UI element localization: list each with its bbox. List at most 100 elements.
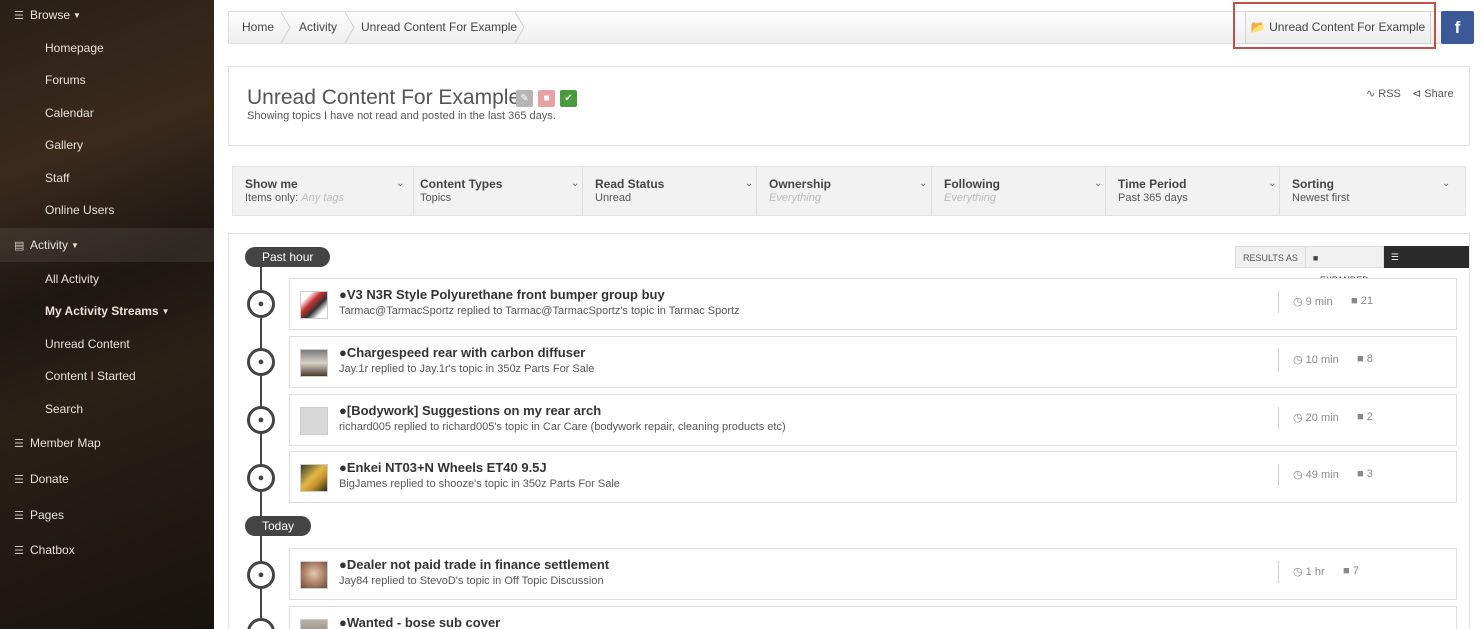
chevron-down-icon: ⌄ <box>1268 178 1277 189</box>
item-title: Enkei NT03+N Wheels ET40 9.5J <box>346 460 547 475</box>
list-icon: ☰ <box>14 9 24 22</box>
rss-icon: ∿ <box>1366 88 1376 100</box>
expanded-view-button[interactable]: ■ Expanded <box>1305 246 1384 285</box>
avatar[interactable] <box>300 291 328 319</box>
item-meta: Jay84 replied to StevoD's topic in Off T… <box>339 575 604 587</box>
unread-dot-icon: ● <box>339 403 347 418</box>
divider <box>1278 349 1279 371</box>
sidebar-activity[interactable]: ▤ Activity ▼ <box>0 228 214 262</box>
sidebar-item-forums[interactable]: Forums <box>45 73 259 87</box>
sidebar-item-content-i-started[interactable]: Content I Started <box>45 369 259 383</box>
facebook-button[interactable]: f <box>1441 11 1474 44</box>
sidebar-item-chatbox[interactable]: ☰ Chatbox <box>14 543 228 557</box>
sidebar-item-homepage[interactable]: Homepage <box>45 41 259 55</box>
breadcrumb-separator <box>515 12 525 43</box>
confirm-button[interactable]: ✔ <box>560 90 577 107</box>
clock-icon: ◷ <box>1293 296 1303 308</box>
page-title: Unread Content For Example <box>247 86 521 109</box>
share-icon: ⊲ <box>1412 88 1422 100</box>
avatar[interactable] <box>300 619 328 629</box>
filter-bar: Show me Items only: Any tags ⌄ Content T… <box>232 166 1466 216</box>
list-item[interactable]: ●[Bodywork] Suggestions on my rear arch … <box>289 394 1457 446</box>
menu-icon: ☰ <box>14 437 24 450</box>
breadcrumb-activity[interactable]: Activity <box>299 12 337 43</box>
comment-icon: ● <box>247 561 275 589</box>
comments-icon: ■ <box>1343 565 1350 577</box>
comments-icon: ■ <box>1351 295 1358 307</box>
filter-read-status[interactable]: Read Status Unread ⌄ <box>583 167 757 215</box>
filter-content-types[interactable]: Content Types Topics ⌄ <box>408 167 583 215</box>
clock-icon: ◷ <box>1293 412 1303 424</box>
list-item[interactable]: ●V3 N3R Style Polyurethane front bumper … <box>289 278 1457 330</box>
page-subtitle: Showing topics I have not read and poste… <box>247 110 556 122</box>
chevron-down-icon: ⌄ <box>571 178 580 189</box>
unread-dot-icon: ● <box>339 460 347 475</box>
item-title: Dealer not paid trade in finance settlem… <box>346 557 610 572</box>
reply-count: ■ 21 <box>1351 295 1373 307</box>
clock-icon: ◷ <box>1293 566 1303 578</box>
avatar[interactable] <box>300 407 328 435</box>
folder-open-icon: 📂 <box>1250 20 1266 34</box>
divider <box>1278 464 1279 486</box>
menu-icon: ☰ <box>14 544 24 557</box>
sidebar-item-gallery[interactable]: Gallery <box>45 138 259 152</box>
delete-button[interactable]: ■ <box>538 90 555 107</box>
list-item[interactable]: ●Enkei NT03+N Wheels ET40 9.5J BigJames … <box>289 451 1457 503</box>
unread-dot-icon: ● <box>339 345 347 360</box>
comments-icon: ■ <box>1357 468 1364 480</box>
sidebar-item-donate[interactable]: ☰ Donate <box>14 472 228 486</box>
comment-icon: ● <box>247 406 275 434</box>
sidebar-activity-label: Activity <box>30 238 69 252</box>
pencil-icon: ✎ <box>520 93 529 104</box>
list-item[interactable]: ●Chargespeed rear with carbon diffuser J… <box>289 336 1457 388</box>
results-as-toggle: Results as ■ Expanded ☰Condensed <box>1235 246 1470 285</box>
clock-icon: ◷ <box>1293 354 1303 366</box>
condensed-view-button[interactable]: ☰Condensed <box>1383 246 1470 284</box>
sidebar-item-unread-content[interactable]: Unread Content <box>45 337 259 351</box>
list-item[interactable]: ●Dealer not paid trade in finance settle… <box>289 548 1457 600</box>
sidebar-item-my-activity-streams[interactable]: My Activity Streams ▼ <box>45 304 259 318</box>
sidebar-item-staff[interactable]: Staff <box>45 171 259 185</box>
sidebar-item-pages[interactable]: ☰ Pages <box>14 508 228 522</box>
filter-following[interactable]: Following Everything ⌄ <box>932 167 1106 215</box>
page-header: Unread Content For Example ✎ ■ ✔ Showing… <box>228 66 1470 146</box>
chevron-down-icon: ⌄ <box>745 178 754 189</box>
share-link[interactable]: ⊲ Share <box>1412 87 1454 100</box>
sidebar-item-member-map[interactable]: ☰ Member Map <box>14 436 228 450</box>
unread-dot-icon: ● <box>339 615 347 629</box>
filter-show-me[interactable]: Show me Items only: Any tags ⌄ <box>233 167 414 215</box>
avatar[interactable] <box>300 561 328 589</box>
reply-count: ■ 8 <box>1357 353 1373 365</box>
avatar[interactable] <box>300 349 328 377</box>
sidebar-item-all-activity[interactable]: All Activity <box>45 272 259 286</box>
sidebar-browse[interactable]: ☰ Browse ▼ <box>14 8 228 22</box>
list-item[interactable]: ●Wanted - bose sub cover <box>289 606 1457 629</box>
caret-down-icon: ▼ <box>161 306 170 316</box>
reply-count: ■ 2 <box>1357 411 1373 423</box>
comment-icon: ● <box>247 464 275 492</box>
reply-count: ■ 3 <box>1357 468 1373 480</box>
comments-icon: ■ <box>1357 411 1364 423</box>
item-meta: BigJames replied to shooze's topic in 35… <box>339 478 620 490</box>
item-time: ◷ 1 hr <box>1293 566 1325 578</box>
trash-icon: ■ <box>543 93 550 104</box>
avatar[interactable] <box>300 464 328 492</box>
comments-icon: ■ <box>1357 353 1364 365</box>
filter-sorting[interactable]: Sorting Newest first ⌄ <box>1280 167 1465 215</box>
item-title: [Bodywork] Suggestions on my rear arch <box>346 403 602 418</box>
rss-link[interactable]: ∿ RSS <box>1366 87 1401 100</box>
item-time: ◷ 10 min <box>1293 354 1339 366</box>
item-title: Wanted - bose sub cover <box>346 615 501 629</box>
filter-ownership[interactable]: Ownership Everything ⌄ <box>757 167 932 215</box>
sidebar-item-search[interactable]: Search <box>45 402 259 416</box>
divider <box>1278 407 1279 429</box>
comment-icon: ● <box>247 290 275 318</box>
sidebar-item-online-users[interactable]: Online Users <box>45 203 259 217</box>
unread-content-button[interactable]: 📂 Unread Content For Example <box>1245 11 1431 44</box>
item-meta: Tarmac@TarmacSportz replied to Tarmac@Ta… <box>339 305 740 317</box>
breadcrumb-separator <box>345 12 355 43</box>
filter-time-period[interactable]: Time Period Past 365 days ⌄ <box>1106 167 1280 215</box>
sidebar-item-calendar[interactable]: Calendar <box>45 106 259 120</box>
breadcrumb-home[interactable]: Home <box>242 12 274 43</box>
edit-button[interactable]: ✎ <box>516 90 533 107</box>
